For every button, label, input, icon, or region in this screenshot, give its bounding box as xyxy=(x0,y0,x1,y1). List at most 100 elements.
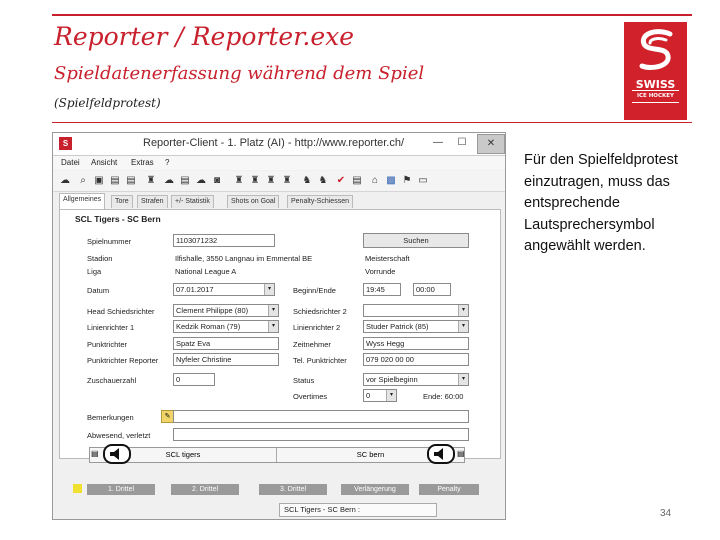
tab-strafen[interactable]: Strafen xyxy=(137,195,168,208)
schiedsrichter-2-select[interactable]: ▾ xyxy=(363,304,469,317)
chevron-down-icon[interactable]: ▾ xyxy=(458,305,468,316)
home-speaker-protest-button[interactable] xyxy=(103,444,131,464)
label-beginn-ende: Beginn/Ende xyxy=(293,286,336,295)
close-button[interactable]: ✕ xyxy=(477,134,505,154)
chevron-down-icon[interactable]: ▾ xyxy=(458,374,468,385)
statusbar: SCL Tigers - SC Bern : xyxy=(279,503,437,517)
label-schiedsrichter-2: Schiedsrichter 2 xyxy=(293,307,347,316)
overtimes-select[interactable]: 0 ▾ xyxy=(363,389,397,402)
logo-text-hockey: ICE HOCKEY xyxy=(636,93,675,99)
menu-datei[interactable]: Datei xyxy=(61,158,80,167)
home-icon[interactable]: ⌂ xyxy=(369,174,381,187)
goal-icon[interactable]: ♞ xyxy=(317,174,329,187)
slide-subtitle: Spieldatenerfassung während dem Spiel xyxy=(54,63,425,84)
period-2-button[interactable]: 2. Drittel xyxy=(171,484,239,495)
beginn-input[interactable]: 19:45 xyxy=(363,283,401,296)
instruction-text: Für den Spielfeldprotest einzutragen, mu… xyxy=(524,152,678,254)
tab-shots-on-goal[interactable]: Shots on Goal xyxy=(227,195,280,208)
linienrichter-1-select[interactable]: Kedzik Roman (79) ▾ xyxy=(173,320,279,333)
linienrichter-2-select[interactable]: Studer Patrick (85) ▾ xyxy=(363,320,469,333)
label-punktrichter-reporter: Punktrichter Reporter xyxy=(87,356,159,365)
period-1-button[interactable]: 1. Drittel xyxy=(87,484,155,495)
flag-icon[interactable]: ⚑ xyxy=(401,174,413,187)
stadion-value: Ilfishalle, 3550 Langnau im Emmental BE xyxy=(175,254,313,263)
team-bar: SCL tigers SC bern xyxy=(89,447,465,463)
label-spielnummer: Spielnummer xyxy=(87,237,132,246)
label-punktrichter: Punktrichter xyxy=(87,340,128,349)
slide-note: (Spielfeldprotest) xyxy=(54,96,161,110)
players-icon[interactable]: ♜ xyxy=(145,174,157,187)
chevron-down-icon[interactable]: ▾ xyxy=(268,321,278,332)
punktrichter-reporter-input[interactable]: Nyfeler Christine xyxy=(173,353,279,366)
punktrichter-input[interactable]: Spatz Eva xyxy=(173,337,279,350)
tab-penalty-schiessen[interactable]: Penalty-Schiessen xyxy=(287,195,353,208)
check-icon[interactable]: ✔ xyxy=(335,174,347,187)
calendar-dropdown-icon[interactable]: ▾ xyxy=(264,284,274,295)
suchen-button[interactable]: Suchen xyxy=(363,233,469,248)
ende-input[interactable]: 00:00 xyxy=(413,283,451,296)
header-rule xyxy=(52,14,692,16)
camera-icon[interactable]: ◙ xyxy=(211,174,223,187)
menu-ansicht[interactable]: Ansicht xyxy=(91,158,117,167)
tab-allgemeines[interactable]: Allgemeines xyxy=(59,193,106,209)
lineup-icon[interactable]: ♜ xyxy=(233,174,245,187)
logo-swoosh-icon xyxy=(639,29,673,71)
screen-icon[interactable]: ▭ xyxy=(417,174,429,187)
lineup-icon[interactable]: ♜ xyxy=(249,174,261,187)
chevron-down-icon[interactable]: ▾ xyxy=(386,390,396,401)
tab-tore[interactable]: Tore xyxy=(111,195,133,208)
zuschauerzahl-input[interactable]: 0 xyxy=(173,373,215,386)
verlaengerung-button[interactable]: Verlängerung xyxy=(341,484,409,495)
cloud-icon[interactable]: ☁ xyxy=(195,174,207,187)
away-list-icon[interactable]: ▤ xyxy=(457,449,469,459)
head-schiedsrichter-select[interactable]: Clement Philippe (80) ▾ xyxy=(173,304,279,317)
lineup-icon[interactable]: ♜ xyxy=(281,174,293,187)
tab-statistik[interactable]: +/- Statistik xyxy=(171,195,214,208)
minimize-button[interactable]: — xyxy=(429,135,447,151)
label-datum: Datum xyxy=(87,286,110,295)
reporter-window: S Reporter-Client - 1. Platz (AI) - http… xyxy=(52,132,506,520)
chart-icon[interactable]: ▩ xyxy=(385,174,397,187)
label-overtimes: Overtimes xyxy=(293,392,328,401)
lineup-icon[interactable]: ♜ xyxy=(265,174,277,187)
label-zeitnehmer: Zeitnehmer xyxy=(293,340,331,349)
chevron-down-icon[interactable]: ▾ xyxy=(458,321,468,332)
label-linienrichter-2: Linienrichter 2 xyxy=(293,323,341,332)
window-titlebar[interactable]: S Reporter-Client - 1. Platz (AI) - http… xyxy=(53,133,505,156)
ende-time: Ende: 60:00 xyxy=(423,392,464,401)
status-select[interactable]: vor Spielbeginn ▾ xyxy=(363,373,469,386)
label-abwesend-verletzt: Abwesend, verletzt xyxy=(87,431,151,440)
menu-extras[interactable]: Extras xyxy=(131,158,154,167)
away-speaker-protest-button[interactable] xyxy=(427,444,455,464)
datum-input[interactable]: 07.01.2017 ▾ xyxy=(173,283,275,296)
goal-icon[interactable]: ♞ xyxy=(301,174,313,187)
speaker-icon xyxy=(110,448,119,460)
zeitnehmer-input[interactable]: Wyss Hegg xyxy=(363,337,469,350)
clipboard-icon[interactable]: ▤ xyxy=(179,174,191,187)
tel-punktrichter-input[interactable]: 079 020 00 00 xyxy=(363,353,469,366)
label-linienrichter-1: Linienrichter 1 xyxy=(87,323,135,332)
overtimes-value: 0 xyxy=(366,391,371,400)
clipboard-icon[interactable]: ▤ xyxy=(125,174,137,187)
clipboard-icon[interactable]: ▤ xyxy=(351,174,363,187)
bemerkungen-input[interactable] xyxy=(173,410,469,423)
cloud-green-icon[interactable]: ☁ xyxy=(163,174,175,187)
clipboard-icon[interactable]: ▤ xyxy=(109,174,121,187)
period-3-button[interactable]: 3. Drittel xyxy=(259,484,327,495)
maximize-button[interactable]: ☐ xyxy=(453,135,471,151)
cloud-upload-icon[interactable]: ☁ xyxy=(59,174,71,187)
chevron-down-icon[interactable]: ▾ xyxy=(268,305,278,316)
label-head-schiedsrichter: Head Schiedsrichter xyxy=(87,307,155,316)
datum-value: 07.01.2017 xyxy=(176,285,214,294)
label-tel-punktrichter: Tel. Punktrichter xyxy=(293,356,347,365)
spielnummer-input[interactable]: 1103071232 xyxy=(173,234,275,247)
speaker-icon xyxy=(434,448,443,460)
menu-help[interactable]: ? xyxy=(165,158,169,167)
save-icon[interactable]: ▣ xyxy=(93,174,105,187)
penalty-button[interactable]: Penalty xyxy=(419,484,479,495)
meisterschaft-value: Meisterschaft xyxy=(365,254,410,263)
search-icon[interactable]: ⌕ xyxy=(77,174,89,187)
swiss-ice-hockey-logo: SWISS ICE HOCKEY xyxy=(624,22,687,120)
abwesend-input[interactable] xyxy=(173,428,469,441)
home-list-icon[interactable]: ▤ xyxy=(91,449,103,459)
